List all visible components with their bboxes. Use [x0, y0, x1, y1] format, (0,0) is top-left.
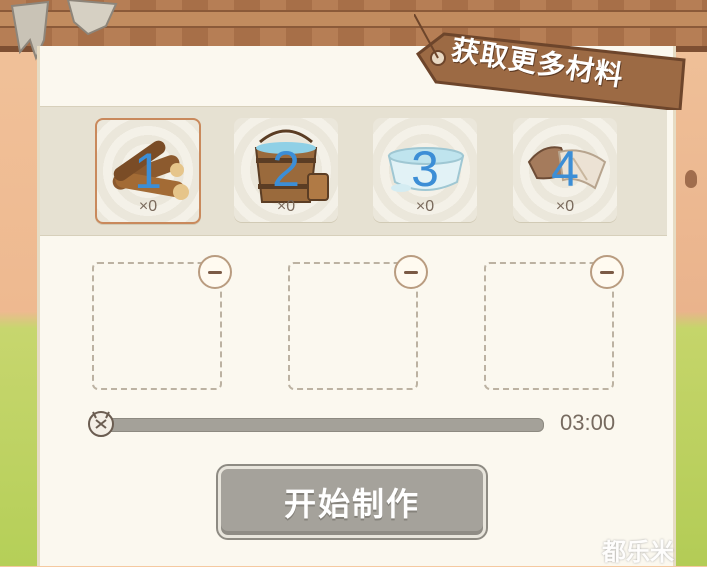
timer-readout: 03:00 [560, 410, 616, 435]
material-number: 2 [272, 141, 300, 197]
material-count: ×0 [276, 198, 296, 215]
material-slot-cloth[interactable]: 4 ×0 [513, 118, 617, 222]
minus-icon[interactable] [590, 255, 624, 289]
material-slot-bowl[interactable]: 3 ×0 [373, 118, 477, 222]
minus-icon[interactable] [394, 255, 428, 289]
material-count: ×0 [138, 198, 158, 215]
material-number: 4 [551, 141, 579, 197]
left-background [0, 0, 40, 566]
material-count: ×0 [415, 198, 435, 215]
material-slot-water-bucket[interactable]: 2 ×0 [234, 118, 338, 222]
timer-knob-icon[interactable] [86, 408, 116, 438]
material-number: 3 [411, 141, 439, 197]
watermark: 都乐米 [602, 538, 674, 566]
start-crafting-button[interactable]: 开始制作 [218, 466, 486, 538]
hanging-ornament [685, 170, 697, 188]
minus-icon[interactable] [198, 255, 232, 289]
timer-progress-track[interactable] [98, 418, 544, 432]
material-number: 1 [134, 143, 162, 199]
material-count: ×0 [555, 198, 575, 215]
material-slot-wood[interactable]: 1 ×0 [95, 118, 201, 224]
